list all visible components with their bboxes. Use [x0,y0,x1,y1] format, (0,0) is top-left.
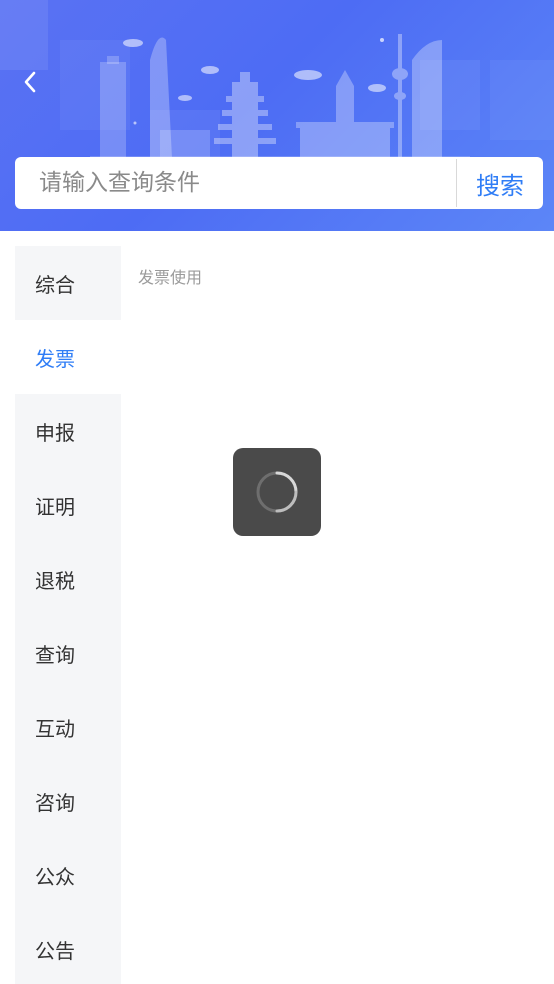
back-button[interactable] [14,66,46,98]
loading-toast [233,448,321,536]
sidebar-item-declaration[interactable]: 申报 [15,394,121,468]
category-sidebar: 综合 发票 申报 证明 退税 查询 互动 咨询 公众 公告 [15,246,121,984]
sidebar-item-interaction[interactable]: 互动 [15,690,121,764]
search-input[interactable] [15,157,456,209]
sidebar-item-certificate[interactable]: 证明 [15,468,121,542]
sidebar-item-announcement[interactable]: 公告 [15,912,121,984]
sidebar-item-public[interactable]: 公众 [15,838,121,912]
search-bar: 搜索 [15,157,543,209]
sidebar-item-comprehensive[interactable]: 综合 [15,246,121,320]
sidebar-item-invoice[interactable]: 发票 [15,320,121,394]
sidebar-item-query[interactable]: 查询 [15,616,121,690]
section-title: 发票使用 [138,268,203,287]
header-banner: 搜索 [0,0,554,231]
search-button[interactable]: 搜索 [457,157,543,209]
sidebar-item-tax-refund[interactable]: 退税 [15,542,121,616]
chevron-left-icon [24,71,36,93]
page: 搜索 综合 发票 申报 证明 退税 查询 互动 咨询 公众 公告 发票使用 [0,0,554,984]
spinner-icon [256,471,298,513]
sidebar-item-consultation[interactable]: 咨询 [15,764,121,838]
